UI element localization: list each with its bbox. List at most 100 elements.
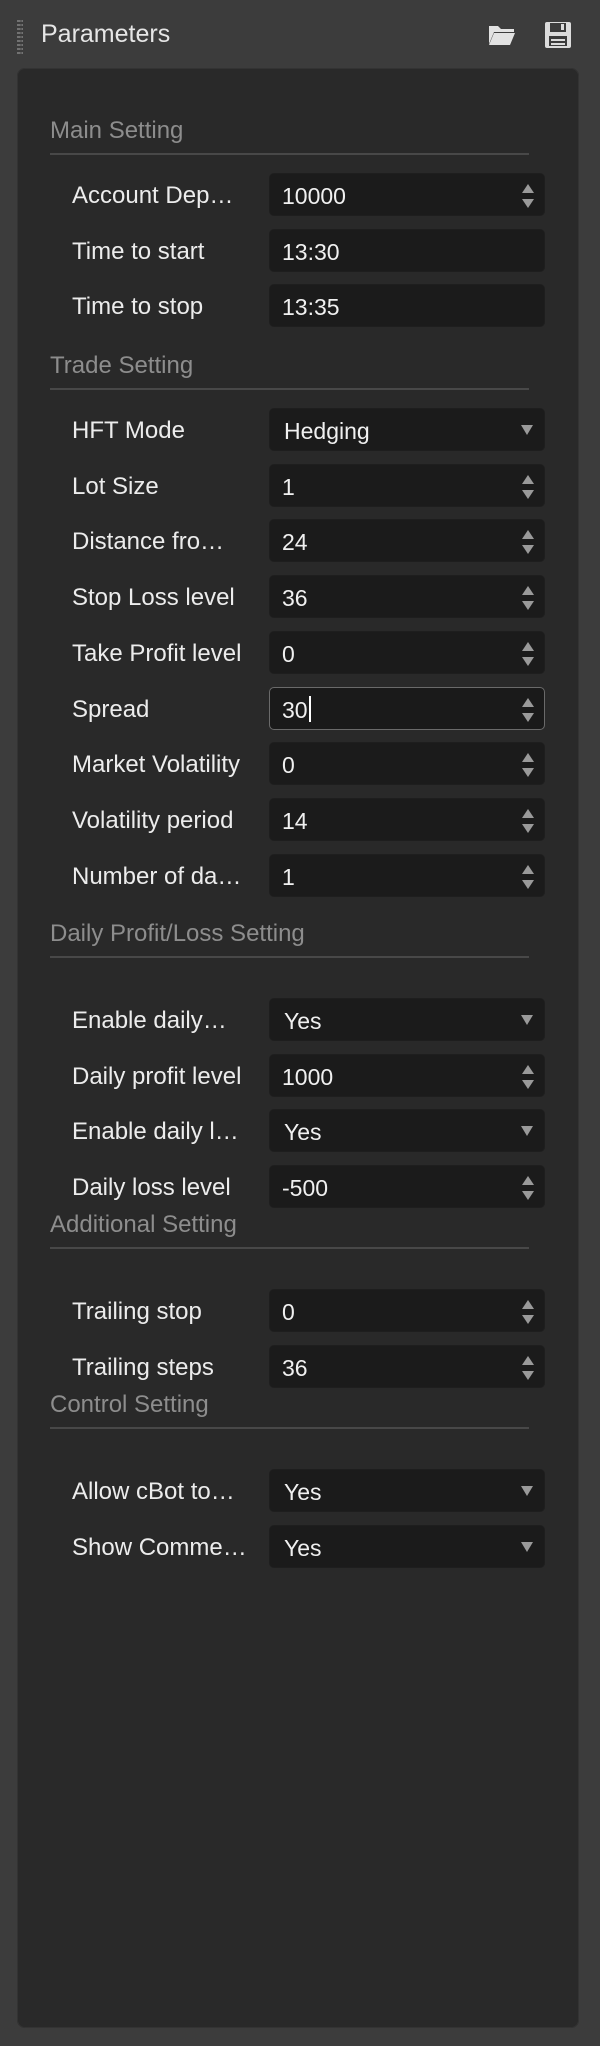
parameter-value: 0: [282, 752, 295, 779]
parameter-label: Daily loss level: [72, 1174, 231, 1201]
parameter-input[interactable]: 14: [269, 798, 545, 841]
drag-handle[interactable]: [17, 20, 23, 56]
stepper-arrows[interactable]: [521, 1061, 535, 1093]
parameter-input[interactable]: 1: [269, 464, 545, 507]
parameter-label: HFT Mode: [72, 417, 185, 444]
parameter-input[interactable]: 24: [269, 519, 545, 562]
stepper-down-icon[interactable]: [522, 880, 534, 889]
stepper-up-icon[interactable]: [522, 753, 534, 762]
stepper-up-icon[interactable]: [522, 184, 534, 193]
parameter-input[interactable]: 13:35: [269, 284, 545, 327]
parameter-label: Volatility period: [72, 807, 234, 834]
chevron-down-icon[interactable]: [521, 1542, 533, 1552]
stepper-up-icon[interactable]: [522, 1356, 534, 1365]
parameter-input[interactable]: 30: [269, 687, 545, 730]
parameter-input[interactable]: 1: [269, 854, 545, 897]
stepper-arrows[interactable]: [521, 805, 535, 837]
section-header: Additional Setting: [50, 1211, 237, 1238]
section-divider: [50, 1427, 529, 1429]
stepper-down-icon[interactable]: [522, 601, 534, 610]
stepper-arrows[interactable]: [521, 180, 535, 212]
parameter-input[interactable]: -500: [269, 1165, 545, 1208]
stepper-down-icon[interactable]: [522, 490, 534, 499]
parameter-input[interactable]: 0: [269, 1289, 545, 1332]
parameter-dropdown[interactable]: Hedging: [269, 408, 545, 451]
parameter-value: 13:30: [282, 239, 340, 266]
parameter-value-text: 14: [282, 808, 308, 834]
stepper-down-icon[interactable]: [522, 1080, 534, 1089]
parameter-input[interactable]: 0: [269, 631, 545, 674]
stepper-arrows[interactable]: [521, 1352, 535, 1384]
stepper-down-icon[interactable]: [522, 768, 534, 777]
stepper-arrows[interactable]: [521, 749, 535, 781]
stepper-down-icon[interactable]: [522, 1371, 534, 1380]
parameter-value: 0: [282, 1299, 295, 1326]
stepper-up-icon[interactable]: [522, 1176, 534, 1185]
stepper-up-icon[interactable]: [522, 475, 534, 484]
stepper-arrows[interactable]: [521, 694, 535, 726]
stepper-down-icon[interactable]: [522, 657, 534, 666]
parameter-value-text: -500: [282, 1175, 329, 1201]
stepper-arrows[interactable]: [521, 582, 535, 614]
parameter-dropdown[interactable]: Yes: [269, 1469, 545, 1512]
parameter-value: Yes: [284, 1008, 322, 1035]
parameter-input[interactable]: 10000: [269, 173, 545, 216]
parameter-label: Trailing steps: [72, 1354, 214, 1381]
stepper-up-icon[interactable]: [522, 809, 534, 818]
chevron-down-icon[interactable]: [521, 1015, 533, 1025]
chevron-down-icon[interactable]: [521, 1486, 533, 1496]
chevron-down-icon[interactable]: [521, 1126, 533, 1136]
parameter-value-text: 1: [282, 474, 295, 500]
stepper-up-icon[interactable]: [522, 1065, 534, 1074]
parameter-label: Enable daily…: [72, 1007, 227, 1034]
parameter-value-text: 13:30: [282, 239, 340, 265]
parameters-window: Parameters Main Setting Account Dep… 10000…: [0, 0, 600, 2046]
parameter-value: 30: [282, 696, 311, 724]
parameter-value: 14: [282, 808, 308, 835]
stepper-up-icon[interactable]: [522, 698, 534, 707]
stepper-arrows[interactable]: [521, 471, 535, 503]
stepper-arrows[interactable]: [521, 526, 535, 558]
parameter-dropdown[interactable]: Yes: [269, 1525, 545, 1568]
stepper-down-icon[interactable]: [522, 1191, 534, 1200]
parameter-value-text: 24: [282, 529, 308, 555]
parameter-value: 0: [282, 641, 295, 668]
parameter-value-text: 1000: [282, 1064, 334, 1090]
parameter-value-text: 36: [282, 585, 308, 611]
folder-open-icon[interactable]: [487, 20, 517, 50]
stepper-down-icon[interactable]: [522, 824, 534, 833]
title-bar: Parameters: [0, 0, 600, 68]
stepper-down-icon[interactable]: [522, 713, 534, 722]
stepper-arrows[interactable]: [521, 1172, 535, 1204]
parameter-label: Trailing stop: [72, 1298, 202, 1325]
stepper-down-icon[interactable]: [522, 199, 534, 208]
parameter-value-text: Hedging: [284, 418, 370, 444]
parameter-input[interactable]: 1000: [269, 1054, 545, 1097]
parameter-dropdown[interactable]: Yes: [269, 998, 545, 1041]
parameter-input[interactable]: 13:30: [269, 229, 545, 272]
stepper-up-icon[interactable]: [522, 1300, 534, 1309]
stepper-down-icon[interactable]: [522, 1315, 534, 1324]
parameter-value: Yes: [284, 1535, 322, 1562]
parameter-input[interactable]: 36: [269, 1345, 545, 1388]
parameter-input[interactable]: 36: [269, 575, 545, 618]
stepper-arrows[interactable]: [521, 861, 535, 893]
chevron-down-icon[interactable]: [521, 425, 533, 435]
stepper-up-icon[interactable]: [522, 530, 534, 539]
stepper-up-icon[interactable]: [522, 865, 534, 874]
stepper-down-icon[interactable]: [522, 545, 534, 554]
parameter-label: Market Volatility: [72, 751, 241, 778]
floppy-disk-icon[interactable]: [543, 20, 573, 50]
parameter-label: Daily profit level: [72, 1063, 242, 1090]
stepper-arrows[interactable]: [521, 638, 535, 670]
stepper-arrows[interactable]: [521, 1296, 535, 1328]
parameter-value: Yes: [284, 1479, 322, 1506]
section-divider: [50, 956, 529, 958]
parameter-dropdown[interactable]: Yes: [269, 1109, 545, 1152]
parameter-label: Allow cBot to…: [72, 1478, 235, 1505]
parameter-label: Enable daily l…: [72, 1118, 239, 1145]
parameter-value: Yes: [284, 1119, 322, 1146]
parameter-input[interactable]: 0: [269, 742, 545, 785]
stepper-up-icon[interactable]: [522, 586, 534, 595]
stepper-up-icon[interactable]: [522, 642, 534, 651]
